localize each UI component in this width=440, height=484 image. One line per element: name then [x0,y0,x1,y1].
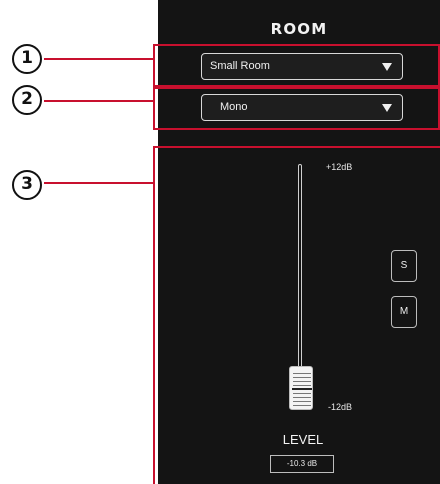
chevron-down-icon [382,63,392,71]
callout-number-3: 3 [12,170,42,200]
callout-line-3 [44,182,155,184]
callout-number-2: 2 [12,85,42,115]
callout-line-1 [44,58,155,60]
level-readout[interactable]: -10.3 dB [270,455,334,473]
level-label: LEVEL [282,432,324,447]
fader-handle[interactable] [289,366,313,410]
channel-mode-value: Mono [220,101,248,113]
chevron-down-icon [382,104,392,112]
solo-button[interactable]: S [391,250,417,282]
callout-number-1: 1 [12,44,42,74]
panel-title: ROOM [270,20,328,38]
fader-max-label: +12dB [326,162,353,172]
room-type-dropdown[interactable]: Small Room [201,53,403,80]
fader-min-label: -12dB [328,402,353,412]
room-type-value: Small Room [210,60,270,72]
mute-button[interactable]: M [391,296,417,328]
callout-line-2 [44,100,155,102]
channel-mode-dropdown[interactable]: Mono [201,94,403,121]
